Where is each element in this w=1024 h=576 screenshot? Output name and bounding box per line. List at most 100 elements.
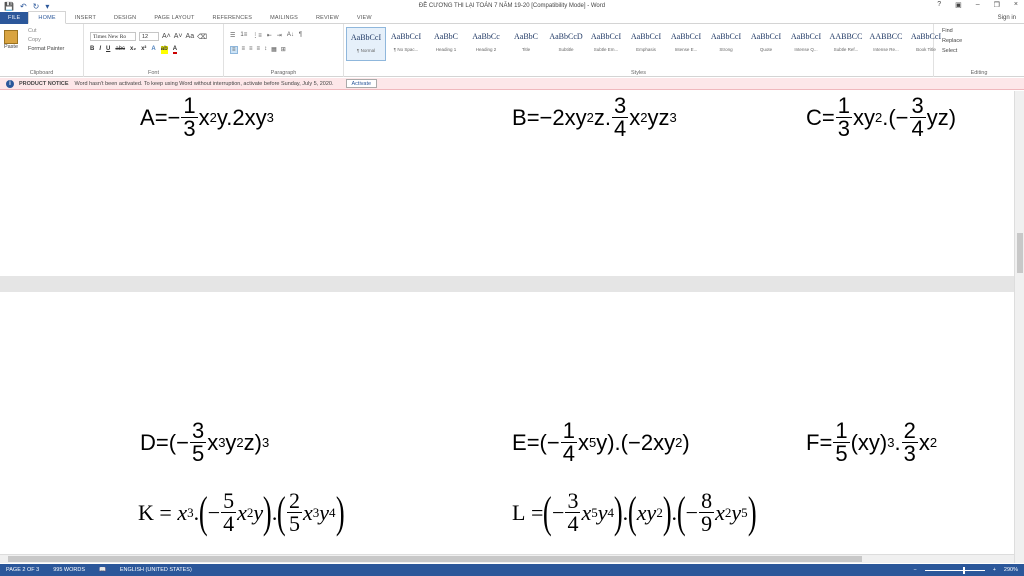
font-size-box[interactable]: 12 bbox=[139, 32, 159, 41]
strikethrough-button[interactable]: abc bbox=[115, 46, 125, 54]
tab-home[interactable]: HOME bbox=[28, 11, 66, 24]
font-group: Times New Ro 12 A˄ A˅ Aa ⌫ B I U abc x₂ … bbox=[84, 24, 224, 77]
tab-references[interactable]: REFERENCES bbox=[204, 12, 262, 24]
justify-button[interactable]: ≡ bbox=[257, 46, 261, 54]
subscript-button[interactable]: x₂ bbox=[130, 46, 136, 54]
activate-button[interactable]: Activate bbox=[345, 79, 378, 88]
style-name: Heading 2 bbox=[475, 47, 497, 52]
italic-button[interactable]: I bbox=[99, 46, 101, 54]
ribbon-display-button[interactable]: ▣ bbox=[955, 1, 962, 9]
tab-design[interactable]: DESIGN bbox=[105, 12, 145, 24]
center-button[interactable]: ≡ bbox=[242, 46, 246, 54]
zoom-level[interactable]: 290% bbox=[1004, 567, 1018, 573]
highlight-button[interactable]: ab bbox=[160, 46, 168, 54]
style-name: Subtle Em... bbox=[593, 47, 619, 52]
style-item[interactable]: AaBbCcI Subtle Em... bbox=[586, 27, 626, 61]
shading-button[interactable]: ▦ bbox=[271, 46, 277, 54]
style-item[interactable]: AaBbCcI Intense Q... bbox=[786, 27, 826, 61]
style-item[interactable]: AaBbCcI Strong bbox=[706, 27, 746, 61]
style-item[interactable]: AaBbC Heading 1 bbox=[426, 27, 466, 61]
text-effects-button[interactable]: A bbox=[151, 46, 155, 54]
style-name: Intense Re... bbox=[873, 47, 899, 52]
font-name-box[interactable]: Times New Ro bbox=[90, 32, 136, 41]
tab-mailings[interactable]: MAILINGS bbox=[261, 12, 307, 24]
superscript-button[interactable]: x² bbox=[141, 46, 146, 54]
notice-message: Word hasn't been activated. To keep usin… bbox=[74, 80, 334, 87]
align-left-button[interactable]: ≡ bbox=[230, 46, 238, 54]
decrease-indent-button[interactable]: ⇤ bbox=[267, 32, 272, 39]
clear-formatting-button[interactable]: ⌫ bbox=[197, 33, 207, 41]
show-marks-button[interactable]: ¶ bbox=[299, 32, 302, 39]
paste-label: Paste bbox=[3, 44, 19, 50]
horizontal-scrollbar[interactable] bbox=[0, 554, 1014, 563]
notice-title: PRODUCT NOTICE bbox=[19, 80, 69, 87]
clipboard-label: Clipboard bbox=[29, 70, 54, 76]
document-area[interactable]: A = − 13 x 2 y.2xy 3 B = −2xy 2 z. 34 x 2 yz 3 C = 13… bbox=[0, 91, 1014, 563]
cut-button[interactable]: Cut bbox=[28, 28, 64, 34]
equation-b: B = −2xy 2 z. 34 x 2 yz 3 bbox=[512, 93, 677, 141]
style-item[interactable]: AaBbCcD Subtitle bbox=[546, 27, 586, 61]
style-item[interactable]: AaBbCcI ¶ No Spac... bbox=[386, 27, 426, 61]
style-preview: AaBbCcI bbox=[670, 32, 702, 41]
zoom-out-button[interactable]: − bbox=[913, 567, 916, 573]
align-right-button[interactable]: ≡ bbox=[249, 46, 253, 54]
line-spacing-button[interactable]: ↕ bbox=[264, 46, 267, 54]
proofing-icon[interactable]: 📖 bbox=[99, 567, 106, 573]
styles-label: Styles bbox=[631, 70, 646, 76]
select-button[interactable]: Select bbox=[942, 48, 962, 54]
replace-button[interactable]: Replace bbox=[942, 38, 962, 44]
help-button[interactable]: ? bbox=[937, 1, 941, 9]
vertical-scrollbar[interactable] bbox=[1014, 91, 1024, 563]
font-color-button[interactable]: A bbox=[172, 46, 178, 54]
style-item[interactable]: AaBbCcI Emphasis bbox=[626, 27, 666, 61]
word-count[interactable]: 995 WORDS bbox=[53, 567, 85, 573]
zoom-slider-thumb[interactable] bbox=[962, 566, 965, 574]
style-item[interactable]: AaBbCcI ¶ Normal bbox=[346, 27, 386, 61]
maximize-button[interactable]: ❐ bbox=[994, 1, 1000, 9]
style-item[interactable]: AABBCC Subtle Ref... bbox=[826, 27, 866, 61]
vertical-scroll-thumb[interactable] bbox=[1017, 233, 1023, 273]
document-page[interactable]: D = (− 35 x 3 y 2 z) 3 E = (− 14 x 5 y).(−2xy 2) F = … bbox=[0, 292, 1014, 563]
tab-view[interactable]: VIEW bbox=[348, 12, 381, 24]
page-indicator[interactable]: PAGE 2 OF 3 bbox=[6, 567, 39, 573]
format-painter-button[interactable]: Format Painter bbox=[28, 46, 64, 52]
style-name: Subtle Ref... bbox=[833, 47, 859, 52]
multilevel-list-button[interactable]: ⋮≡ bbox=[252, 32, 262, 39]
numbering-button[interactable]: 1≡ bbox=[240, 32, 247, 39]
paste-button[interactable]: Paste bbox=[3, 30, 19, 50]
find-button[interactable]: Find bbox=[942, 28, 962, 34]
tab-page-layout[interactable]: PAGE LAYOUT bbox=[145, 12, 203, 24]
increase-indent-button[interactable]: ⇥ bbox=[277, 32, 282, 39]
bold-button[interactable]: B bbox=[90, 46, 94, 54]
style-item[interactable]: AaBbCcI Quote bbox=[746, 27, 786, 61]
style-item[interactable]: AaBbCcI Intense E... bbox=[666, 27, 706, 61]
document-page[interactable]: A = − 13 x 2 y.2xy 3 B = −2xy 2 z. 34 x 2 yz 3 C = 13… bbox=[0, 91, 1014, 276]
zoom-in-button[interactable]: + bbox=[993, 567, 996, 573]
style-preview: AaBbCc bbox=[472, 32, 500, 41]
copy-button[interactable]: Copy bbox=[28, 37, 64, 43]
borders-button[interactable]: ⊞ bbox=[281, 46, 286, 54]
editing-label: Editing bbox=[970, 70, 988, 76]
underline-button[interactable]: U bbox=[106, 46, 110, 54]
tab-file[interactable]: FILE bbox=[0, 11, 29, 24]
sign-in-link[interactable]: Sign in bbox=[998, 15, 1016, 21]
horizontal-scroll-thumb[interactable] bbox=[8, 556, 862, 562]
paragraph-label: Paragraph bbox=[270, 70, 297, 76]
style-preview: AABBCC bbox=[869, 32, 903, 41]
zoom-slider[interactable] bbox=[924, 566, 985, 574]
tab-review[interactable]: REVIEW bbox=[307, 12, 348, 24]
shrink-font-button[interactable]: A˅ bbox=[174, 33, 183, 40]
style-item[interactable]: AABBCC Intense Re... bbox=[866, 27, 906, 61]
bullets-button[interactable]: ☰ bbox=[230, 32, 235, 39]
grow-font-button[interactable]: A˄ bbox=[162, 33, 171, 40]
tab-insert[interactable]: INSERT bbox=[66, 12, 105, 24]
minimize-button[interactable]: – bbox=[976, 1, 980, 9]
language-indicator[interactable]: ENGLISH (UNITED STATES) bbox=[120, 567, 192, 573]
sort-button[interactable]: A↓ bbox=[287, 32, 294, 39]
equation-c: C = 13 xy 2 .(− 34 yz) bbox=[806, 93, 957, 141]
close-button[interactable]: × bbox=[1014, 1, 1018, 9]
style-item[interactable]: AaBbCc Heading 2 bbox=[466, 27, 506, 61]
change-case-button[interactable]: Aa bbox=[186, 33, 195, 40]
editing-group: Find Replace Select Editing bbox=[934, 24, 1024, 77]
style-item[interactable]: AaBbC Title bbox=[506, 27, 546, 61]
